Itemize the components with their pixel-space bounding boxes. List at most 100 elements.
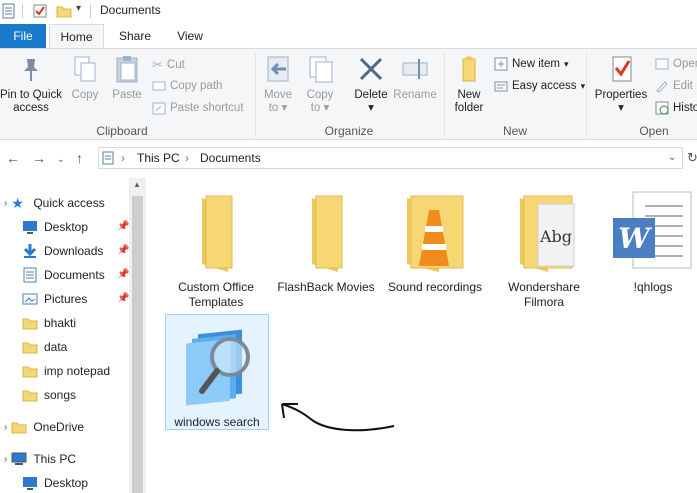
file-name: Wondershare Filmora — [508, 280, 580, 309]
open-button[interactable]: Open — [655, 57, 697, 71]
new-item-caret: ▾ — [563, 58, 569, 69]
history-icon — [655, 101, 669, 115]
move-to-button[interactable]: Move to ▾ — [259, 53, 297, 115]
word-doc-icon: W — [613, 191, 692, 269]
expand-chevron-icon[interactable]: › — [4, 198, 7, 209]
nav-item-songs[interactable]: songs — [22, 384, 76, 406]
documents-location-icon — [102, 151, 114, 165]
title-bar: ▾ Documents — [0, 0, 697, 22]
expand-chevron-icon[interactable]: › — [4, 422, 7, 433]
nav-item-data[interactable]: data — [22, 336, 67, 358]
easy-access-button[interactable]: Easy access ▾ — [494, 79, 585, 93]
up-arrow-icon[interactable]: ↑ — [76, 150, 83, 166]
nav-item-label: Documents — [44, 268, 105, 282]
breadcrumb-separator-icon[interactable]: › — [121, 151, 125, 165]
properties-button[interactable]: Properties ▾ — [592, 53, 650, 115]
nav-item-desktop-pc[interactable]: Desktop — [22, 472, 88, 493]
tab-home[interactable]: Home — [49, 24, 104, 49]
breadcrumb-separator-icon[interactable]: › — [185, 151, 189, 165]
copy-to-button[interactable]: Copy to ▾ — [301, 53, 339, 115]
app-icon[interactable] — [2, 3, 16, 19]
delete-label: Delete — [354, 89, 388, 101]
new-item-button[interactable]: New item ▾ — [494, 57, 568, 71]
breadcrumb-this-pc[interactable]: This PC — [137, 151, 180, 165]
pin-to-quick-access-button[interactable]: Pin to Quick access — [0, 53, 62, 115]
properties-label: Properties — [594, 89, 648, 101]
cut-button[interactable]: ✂ Cut — [152, 57, 185, 73]
nav-item-pictures[interactable]: Pictures — [22, 288, 87, 310]
vlc-folder-icon — [407, 195, 464, 272]
nav-item-documents[interactable]: Documents — [22, 264, 105, 286]
breadcrumb-documents[interactable]: Documents — [200, 151, 261, 165]
folder-icon — [22, 390, 38, 402]
expand-chevron-icon[interactable]: › — [4, 454, 7, 465]
paste-shortcut-button[interactable]: Paste shortcut — [152, 101, 244, 115]
back-arrow-icon[interactable]: ← — [6, 150, 20, 166]
file-item-flashback-movies[interactable]: FlashBack Movies — [274, 188, 378, 295]
copy-path-button[interactable]: Copy path — [152, 79, 222, 93]
quick-access-dropdown-icon[interactable]: ▾ — [76, 3, 81, 14]
address-bar[interactable]: › This PC › Documents ⌄ — [98, 147, 683, 169]
nav-item-label: data — [44, 340, 68, 354]
downloads-icon — [23, 244, 37, 258]
copy-label: Copy — [71, 89, 99, 101]
easy-access-icon — [494, 81, 508, 92]
recent-locations-chevron-icon[interactable]: ⌄ — [57, 154, 65, 165]
tab-file[interactable]: File — [0, 24, 46, 48]
new-folder-button[interactable]: New folder — [449, 53, 489, 115]
desktop-icon — [23, 477, 37, 490]
annotation-arrow — [281, 403, 395, 432]
nav-item-label: imp notepad — [44, 364, 111, 378]
edit-label: Edit — [673, 80, 693, 92]
file-name: !qhlogs — [633, 280, 673, 294]
scissors-icon: ✂ — [152, 57, 163, 72]
copy-button[interactable]: Copy — [66, 53, 104, 102]
file-item-qhlogs[interactable]: W !qhlogs — [601, 188, 697, 295]
edit-button[interactable]: Edit — [655, 79, 693, 93]
history-button[interactable]: History — [655, 101, 697, 115]
navigation-pane: › ★ Quick access Desktop 📌 Downloads 📌 D… — [0, 178, 146, 493]
forward-arrow-icon[interactable]: → — [32, 150, 46, 166]
file-name: FlashBack Movies — [277, 280, 375, 294]
tab-view[interactable]: View — [166, 24, 214, 48]
scrollbar-thumb[interactable] — [132, 196, 143, 493]
nav-item-downloads[interactable]: Downloads — [22, 240, 103, 262]
nav-item-desktop[interactable]: Desktop — [22, 216, 88, 238]
paste-button[interactable]: Paste — [107, 53, 147, 102]
navigation-pane-scrollbar[interactable]: ▲ — [129, 178, 146, 493]
delete-icon — [359, 57, 383, 81]
file-item-windows-search[interactable]: windows search — [165, 314, 269, 430]
nav-item-label: Downloads — [44, 244, 104, 258]
delete-caret: ▾ — [368, 102, 374, 114]
nav-item-quick-access[interactable]: › ★ Quick access — [4, 192, 105, 214]
rename-button[interactable]: Rename — [393, 53, 437, 102]
nav-item-this-pc[interactable]: › This PC — [4, 448, 76, 470]
file-item-sound-recordings[interactable]: Sound recordings — [383, 188, 487, 295]
new-folder-quick-icon[interactable] — [56, 3, 72, 19]
folder-icon — [22, 318, 38, 330]
svg-text:Abg: Abg — [539, 227, 572, 246]
file-item-custom-office-templates[interactable]: Custom Office Templates — [164, 188, 268, 310]
nav-item-onedrive[interactable]: › OneDrive — [4, 416, 84, 438]
refresh-icon[interactable]: ↻ — [687, 150, 697, 166]
computer-icon — [11, 452, 27, 465]
pin-icon: 📌 — [117, 269, 130, 280]
copy-icon — [74, 56, 96, 82]
delete-button[interactable]: Delete ▾ — [350, 53, 392, 115]
rename-label: Rename — [393, 89, 437, 101]
file-item-wondershare-filmora[interactable]: Abg Wondershare Filmora — [492, 188, 596, 310]
scroll-up-icon[interactable]: ▲ — [133, 180, 141, 189]
nav-item-imp-notepad[interactable]: imp notepad — [22, 360, 110, 382]
tab-share[interactable]: Share — [110, 24, 160, 48]
nav-item-label: bhakti — [44, 316, 77, 330]
new-group-label: New — [502, 124, 527, 138]
address-dropdown-icon[interactable]: ⌄ — [668, 152, 676, 163]
svg-text:W: W — [618, 222, 652, 255]
properties-quick-icon[interactable] — [32, 3, 48, 19]
easy-access-caret: ▾ — [580, 80, 586, 91]
open-group-label: Open — [639, 124, 669, 138]
copy-to-icon — [309, 56, 333, 83]
move-to-caret: ▾ — [281, 102, 288, 114]
nav-item-bhakti[interactable]: bhakti — [22, 312, 76, 334]
navigation-bar: ← → ⌄ ↑ › This PC › Documents ⌄ ↻ — [0, 146, 697, 170]
